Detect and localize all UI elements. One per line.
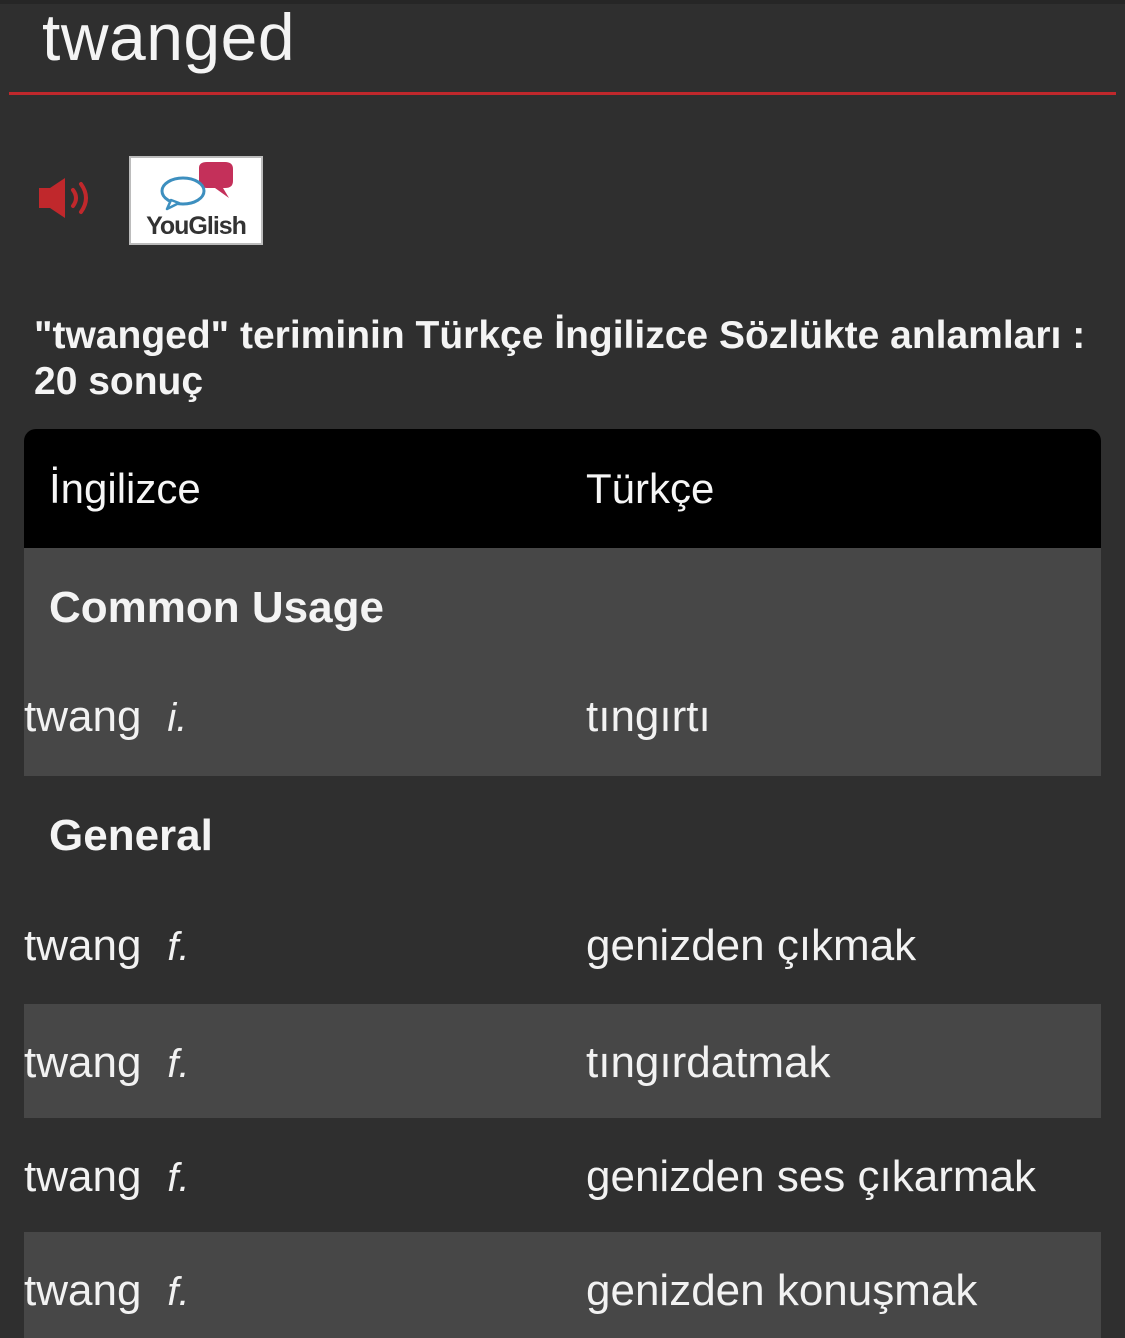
term-text: twang xyxy=(24,1038,142,1087)
table-row[interactable]: twang f. tıngırdatmak xyxy=(24,1004,1101,1118)
result-table: İngilizce Türkçe Common Usage twang i. tı… xyxy=(24,429,1101,1338)
term-text: twang xyxy=(24,921,142,970)
dictionary-page: twanged YouGlish "twanged" teriminin Tür… xyxy=(0,0,1125,1338)
term-text: twang xyxy=(24,1152,142,1201)
youglish-label: YouGlish xyxy=(146,212,246,240)
youglish-logo-icon xyxy=(160,162,233,211)
page-title: twanged xyxy=(42,0,296,74)
translation-cell[interactable]: genizden çıkmak xyxy=(586,896,916,996)
part-of-speech: f. xyxy=(167,1270,190,1314)
term-text: twang xyxy=(24,692,142,741)
part-of-speech: f. xyxy=(167,1156,190,1200)
part-of-speech: f. xyxy=(167,925,190,969)
translation-cell[interactable]: tıngırtı xyxy=(586,668,711,766)
term-cell[interactable]: twang f. xyxy=(24,1232,190,1338)
youglish-button[interactable]: YouGlish xyxy=(129,156,263,245)
title-divider xyxy=(9,92,1116,95)
part-of-speech: i. xyxy=(167,696,188,740)
term-cell[interactable]: twang i. xyxy=(24,668,187,767)
term-cell[interactable]: twang f. xyxy=(24,1004,190,1123)
term-text: twang xyxy=(24,1266,142,1315)
translation-cell[interactable]: tıngırdatmak xyxy=(586,1004,831,1122)
term-cell[interactable]: twang f. xyxy=(24,1118,190,1237)
table-row[interactable]: twang f. genizden konuşmak xyxy=(24,1232,1101,1338)
column-header-turkish: Türkçe xyxy=(586,465,715,512)
table-header: İngilizce Türkçe xyxy=(24,429,1101,548)
translation-cell[interactable]: genizden konuşmak xyxy=(586,1232,977,1338)
part-of-speech: f. xyxy=(167,1042,190,1086)
table-row[interactable]: twang f. genizden ses çıkarmak xyxy=(24,1118,1101,1232)
section-label: General xyxy=(49,811,213,860)
table-row[interactable]: twang i. tıngırtı xyxy=(24,668,1101,776)
result-heading: "twanged" teriminin Türkçe İngilizce Söz… xyxy=(34,314,1086,403)
section-header-common-usage: Common Usage xyxy=(24,548,1101,668)
section-header-general: General xyxy=(24,776,1101,896)
column-header-english: İngilizce xyxy=(49,465,201,512)
speaker-icon[interactable] xyxy=(36,175,100,221)
term-cell[interactable]: twang f. xyxy=(24,896,190,997)
translation-cell[interactable]: genizden ses çıkarmak xyxy=(586,1118,1036,1236)
section-label: Common Usage xyxy=(49,583,384,632)
table-row[interactable]: twang f. genizden çıkmak xyxy=(24,896,1101,1004)
